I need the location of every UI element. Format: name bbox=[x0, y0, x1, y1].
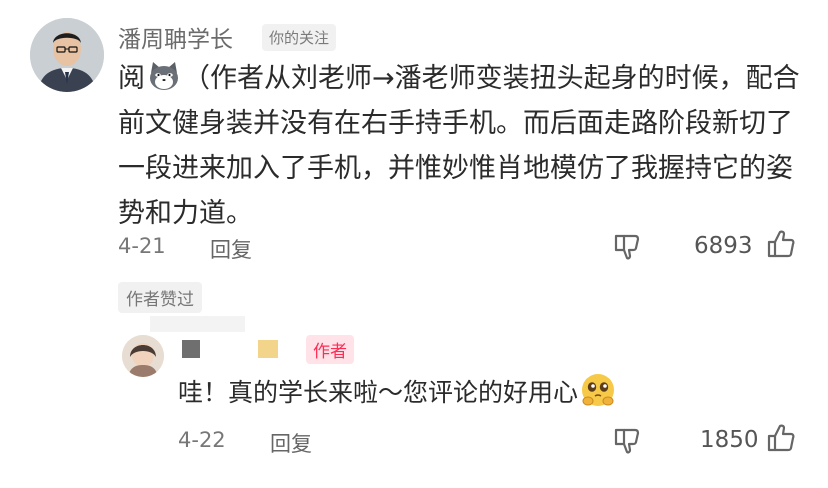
redacted-name-block bbox=[258, 340, 278, 358]
reply-button[interactable]: 回复 bbox=[210, 234, 252, 264]
reply-button[interactable]: 回复 bbox=[270, 428, 312, 458]
like-count: 1850 bbox=[700, 427, 759, 453]
cat-face-icon bbox=[150, 62, 178, 90]
author-liked-badge: 作者赞过 bbox=[118, 282, 202, 313]
reply-avatar[interactable] bbox=[122, 335, 164, 377]
comment-body: 阅 （作者从刘老师→潘老师变装扭头起身的时候，配合前文健身装并没有在右手持手机。… bbox=[118, 56, 808, 236]
like-count: 6893 bbox=[694, 233, 753, 259]
reply-date: 4-22 bbox=[178, 428, 226, 452]
follow-badge: 你的关注 bbox=[262, 24, 337, 51]
dislike-icon[interactable] bbox=[612, 426, 642, 456]
comment-text: （作者从刘老师→潘老师变装扭头起身的时候，配合前文健身装并没有在右手持手机。而后… bbox=[118, 63, 800, 229]
comment-prefix: 阅 bbox=[118, 63, 145, 94]
blurred-region bbox=[150, 316, 245, 332]
avatar-portrait-icon bbox=[122, 335, 164, 377]
reply-body: 哇！真的学长来啦～您评论的好用心 bbox=[178, 372, 616, 413]
comment-date: 4-21 bbox=[118, 234, 166, 258]
avatar[interactable] bbox=[30, 18, 104, 92]
avatar-portrait-icon bbox=[30, 18, 104, 92]
dislike-icon[interactable] bbox=[612, 232, 642, 262]
author-tag: 作者 bbox=[306, 335, 354, 364]
comment-author-name[interactable]: 潘周聃学长 bbox=[118, 20, 233, 54]
like-icon[interactable] bbox=[765, 422, 797, 454]
like-icon[interactable] bbox=[765, 228, 797, 260]
redacted-name-block bbox=[182, 340, 200, 358]
reply-text: 哇！真的学长来啦～您评论的好用心 bbox=[178, 378, 579, 407]
pleading-face-icon bbox=[582, 374, 615, 406]
